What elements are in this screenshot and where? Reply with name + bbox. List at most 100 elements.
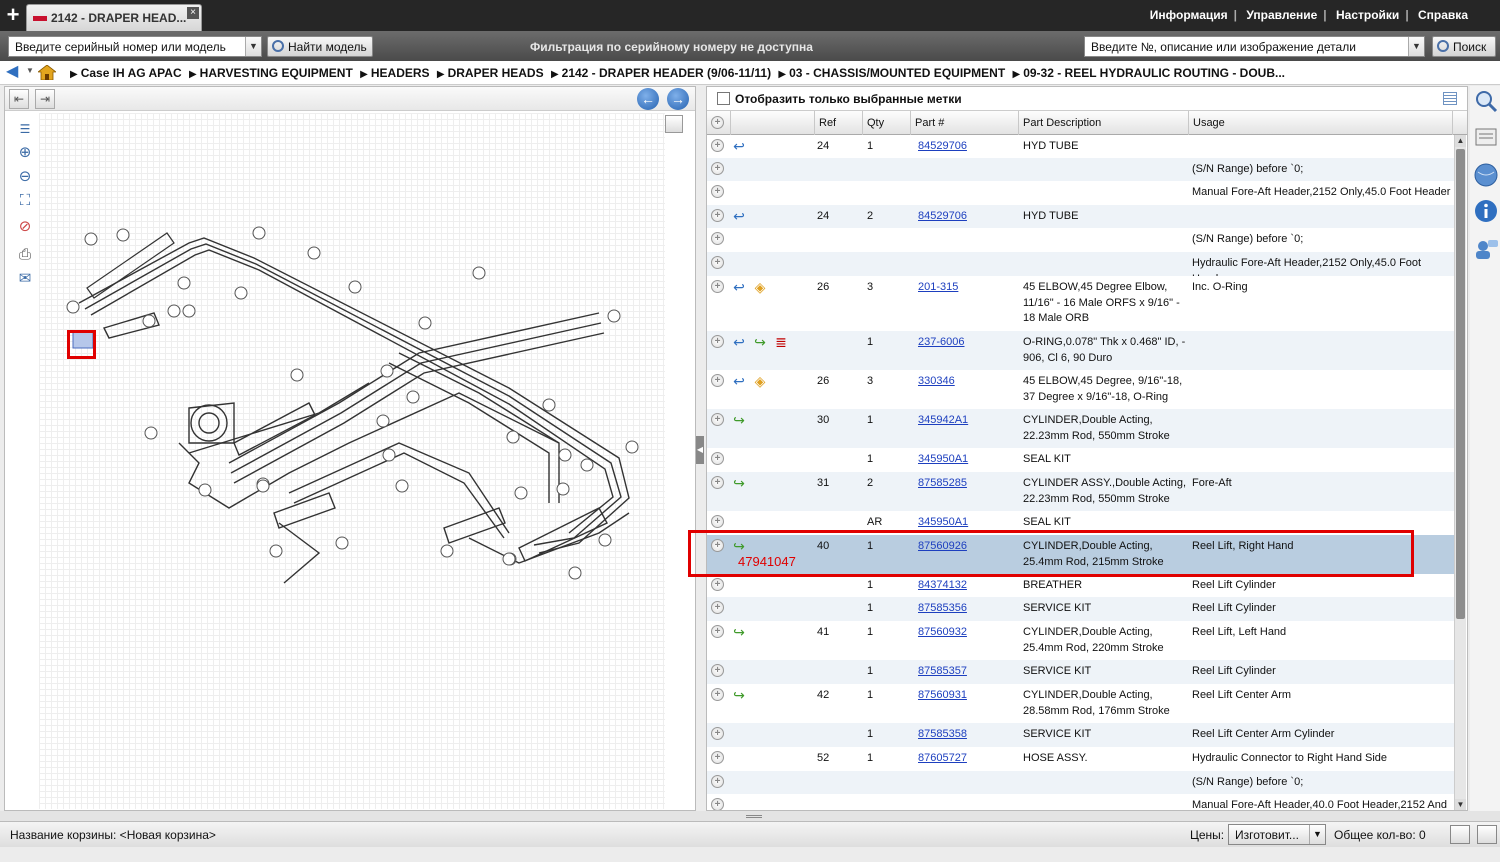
- add-to-cart-icon[interactable]: +: [711, 775, 724, 788]
- table-row[interactable]: + (S/N Range) before `0;: [707, 158, 1455, 181]
- part-number-link[interactable]: 84529706: [918, 209, 1018, 225]
- table-row[interactable]: +1 345950A1 SEAL KIT: [707, 448, 1455, 472]
- close-tab-icon[interactable]: ×: [187, 7, 199, 19]
- table-row[interactable]: +52 1 87605727 HOSE ASSY. Hydraulic Connecto…: [707, 747, 1455, 771]
- breadcrumb-item[interactable]: 09-32 - REEL HYDRAULIC ROUTING - DOUB...: [1023, 66, 1285, 80]
- table-row[interactable]: + ↩ ◈ 26 3 330346 45 ELBOW,45 Degree, 9/16"-18…: [707, 370, 1455, 409]
- table-row[interactable]: + ↪ 42 1 87560931 CYLINDER,Double Acting, 28.…: [707, 684, 1455, 723]
- add-to-cart-icon[interactable]: +: [711, 727, 724, 740]
- breadcrumb-item[interactable]: HEADERS: [371, 66, 430, 80]
- breadcrumb-item[interactable]: 2142 - DRAPER HEADER (9/06-11/11): [562, 66, 771, 80]
- parts-diagram[interactable]: [39, 113, 665, 809]
- print-icon[interactable]: ⎙: [15, 245, 35, 265]
- parts-catalog-icon[interactable]: [1473, 124, 1499, 150]
- add-to-cart-icon[interactable]: +: [711, 751, 724, 764]
- add-to-cart-icon[interactable]: +: [711, 601, 724, 614]
- breadcrumb-item[interactable]: DRAPER HEADS: [448, 66, 544, 80]
- add-to-cart-icon[interactable]: +: [711, 374, 724, 387]
- table-row[interactable]: +1 87585356 SERVICE KIT Reel Lift Cylinder: [707, 597, 1455, 621]
- part-number-link[interactable]: 87585356: [918, 601, 1018, 617]
- expand-right-icon[interactable]: ⇥: [35, 89, 55, 109]
- part-number-link[interactable]: 345950A1: [918, 515, 1018, 531]
- document-tab[interactable]: 2142 - DRAPER HEAD... ×: [26, 4, 202, 31]
- menu-lines-icon[interactable]: ☰: [15, 119, 35, 139]
- table-row[interactable]: + ↩ 24 1 84529706 HYD TUBE: [707, 135, 1455, 158]
- add-to-cart-icon[interactable]: +: [711, 256, 724, 269]
- package-icon[interactable]: ◈: [752, 373, 768, 389]
- zoom-out-icon[interactable]: ⊖: [15, 167, 35, 187]
- table-row[interactable]: + Manual Fore-Aft Header,40.0 Foot Header…: [707, 794, 1455, 810]
- part-number-link[interactable]: 87560931: [918, 688, 1018, 704]
- add-to-cart-icon[interactable]: +: [711, 335, 724, 348]
- pane-splitter-icon[interactable]: ◀: [696, 436, 704, 464]
- chevron-down-icon[interactable]: ▼: [1408, 37, 1424, 56]
- show-selected-checkbox[interactable]: [717, 92, 730, 105]
- info-icon[interactable]: [1473, 198, 1499, 224]
- back-reference-icon[interactable]: ↩: [731, 279, 747, 295]
- maximize-icon[interactable]: [1477, 825, 1497, 844]
- forward-reference-icon[interactable]: ↪: [731, 475, 747, 491]
- previous-arrow-icon[interactable]: ←: [637, 88, 659, 110]
- horizontal-splitter[interactable]: [0, 811, 1500, 821]
- qty-column-header[interactable]: Qty: [863, 111, 911, 135]
- add-to-cart-icon[interactable]: +: [711, 209, 724, 222]
- history-dropdown-icon[interactable]: ▼: [26, 66, 34, 75]
- add-to-cart-icon[interactable]: +: [711, 578, 724, 591]
- scroll-down-icon[interactable]: ▼: [1455, 799, 1466, 810]
- table-row[interactable]: + ↩ ↪ ≣ 1 237-6006 O-RING,0.078" Thk x 0.468" …: [707, 331, 1455, 370]
- table-row[interactable]: + (S/N Range) before `0;: [707, 228, 1455, 252]
- new-tab-plus-icon[interactable]: +: [0, 0, 26, 31]
- add-to-cart-icon[interactable]: +: [711, 413, 724, 426]
- table-row[interactable]: + ↪ 41 1 87560932 CYLINDER,Double Acting, 25.…: [707, 621, 1455, 660]
- serial-model-input[interactable]: Введите серийный номер или модель ▼: [8, 36, 262, 57]
- part-number-link[interactable]: 330346: [918, 374, 1018, 390]
- forward-reference-icon[interactable]: ↪: [731, 624, 747, 640]
- add-to-cart-icon[interactable]: +: [711, 476, 724, 489]
- part-search-input[interactable]: Введите №, описание или изображение дета…: [1084, 36, 1425, 57]
- part-number-link[interactable]: 345942A1: [918, 413, 1018, 429]
- globe-icon[interactable]: [1473, 162, 1499, 188]
- part-number-link[interactable]: 201-315: [918, 280, 1018, 296]
- add-to-cart-icon[interactable]: +: [711, 162, 724, 175]
- table-row[interactable]: + Manual Fore-Aft Header,2152 Only,45.0 F…: [707, 181, 1455, 205]
- expand-all-icon[interactable]: +: [711, 116, 724, 129]
- chat-support-icon[interactable]: [1473, 236, 1499, 262]
- zoom-in-icon[interactable]: ⊕: [15, 143, 35, 163]
- table-row[interactable]: + (S/N Range) before `0;: [707, 771, 1455, 794]
- add-to-cart-icon[interactable]: +: [711, 515, 724, 528]
- overview-toggle-icon[interactable]: [665, 115, 683, 133]
- price-type-select[interactable]: Изготовит... ▼: [1228, 824, 1326, 845]
- menu-manage[interactable]: Управление: [1240, 8, 1323, 22]
- add-to-cart-icon[interactable]: +: [711, 139, 724, 152]
- part-number-column-header[interactable]: Part #: [911, 111, 1019, 135]
- scroll-up-icon[interactable]: ▲: [1455, 135, 1466, 147]
- cart-name-label[interactable]: Название корзины: <Новая корзина>: [10, 828, 216, 842]
- add-to-cart-icon[interactable]: +: [711, 798, 724, 810]
- chevron-down-icon[interactable]: ▼: [245, 37, 261, 56]
- find-model-button[interactable]: Найти модель: [267, 36, 373, 57]
- table-row[interactable]: +1 84374132 BREATHER Reel Lift Cylinder: [707, 574, 1455, 597]
- forward-reference-icon[interactable]: ↪: [752, 334, 768, 350]
- forward-reference-icon[interactable]: ↪: [731, 412, 747, 428]
- back-arrow-icon[interactable]: ◀: [6, 64, 22, 80]
- search-panel-icon[interactable]: [1473, 88, 1499, 114]
- part-number-link[interactable]: 87605727: [918, 751, 1018, 767]
- search-button[interactable]: Поиск: [1432, 36, 1496, 57]
- back-reference-icon[interactable]: ↩: [731, 373, 747, 389]
- breadcrumb-item[interactable]: 03 - CHASSIS/MOUNTED EQUIPMENT: [789, 66, 1005, 80]
- table-row[interactable]: + Hydraulic Fore-Aft Header,2152 Only,45.…: [707, 252, 1455, 285]
- expand-all-header[interactable]: +: [707, 111, 731, 135]
- menu-help[interactable]: Справка: [1412, 8, 1474, 22]
- table-row[interactable]: + ↪ 30 1 345942A1 CYLINDER,Double Acting, 22.…: [707, 409, 1455, 448]
- breadcrumb-item[interactable]: Case IH AG APAC: [81, 66, 182, 80]
- table-row[interactable]: + ↩ ◈ 26 3 201-315 45 ELBOW,45 Degree Elbow, 1…: [707, 276, 1455, 331]
- description-column-header[interactable]: Part Description: [1019, 111, 1189, 135]
- scrollbar-thumb[interactable]: [1456, 149, 1465, 619]
- menu-settings[interactable]: Настройки: [1330, 8, 1405, 22]
- list-view-icon[interactable]: [1443, 92, 1457, 105]
- back-reference-icon[interactable]: ↩: [731, 138, 747, 154]
- add-to-cart-icon[interactable]: +: [711, 232, 724, 245]
- back-reference-icon[interactable]: ↩: [731, 334, 747, 350]
- table-row[interactable]: + ↩ 24 2 84529706 HYD TUBE: [707, 205, 1455, 228]
- email-icon[interactable]: ✉: [15, 269, 35, 289]
